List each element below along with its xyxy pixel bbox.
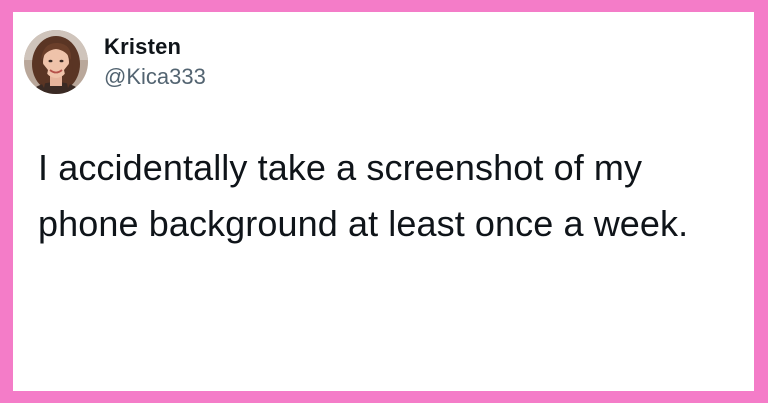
avatar[interactable] — [24, 30, 88, 94]
author-display-name[interactable]: Kristen — [104, 33, 206, 61]
tweet-text: I accidentally take a screenshot of my p… — [38, 147, 689, 244]
author-handle[interactable]: @Kica333 — [104, 63, 206, 91]
tweet-card: Kristen @Kica333 I accidentally take a s… — [13, 12, 754, 391]
profile-photo-icon — [24, 30, 88, 94]
author-names: Kristen @Kica333 — [104, 33, 206, 91]
tweet-header: Kristen @Kica333 — [24, 30, 206, 94]
